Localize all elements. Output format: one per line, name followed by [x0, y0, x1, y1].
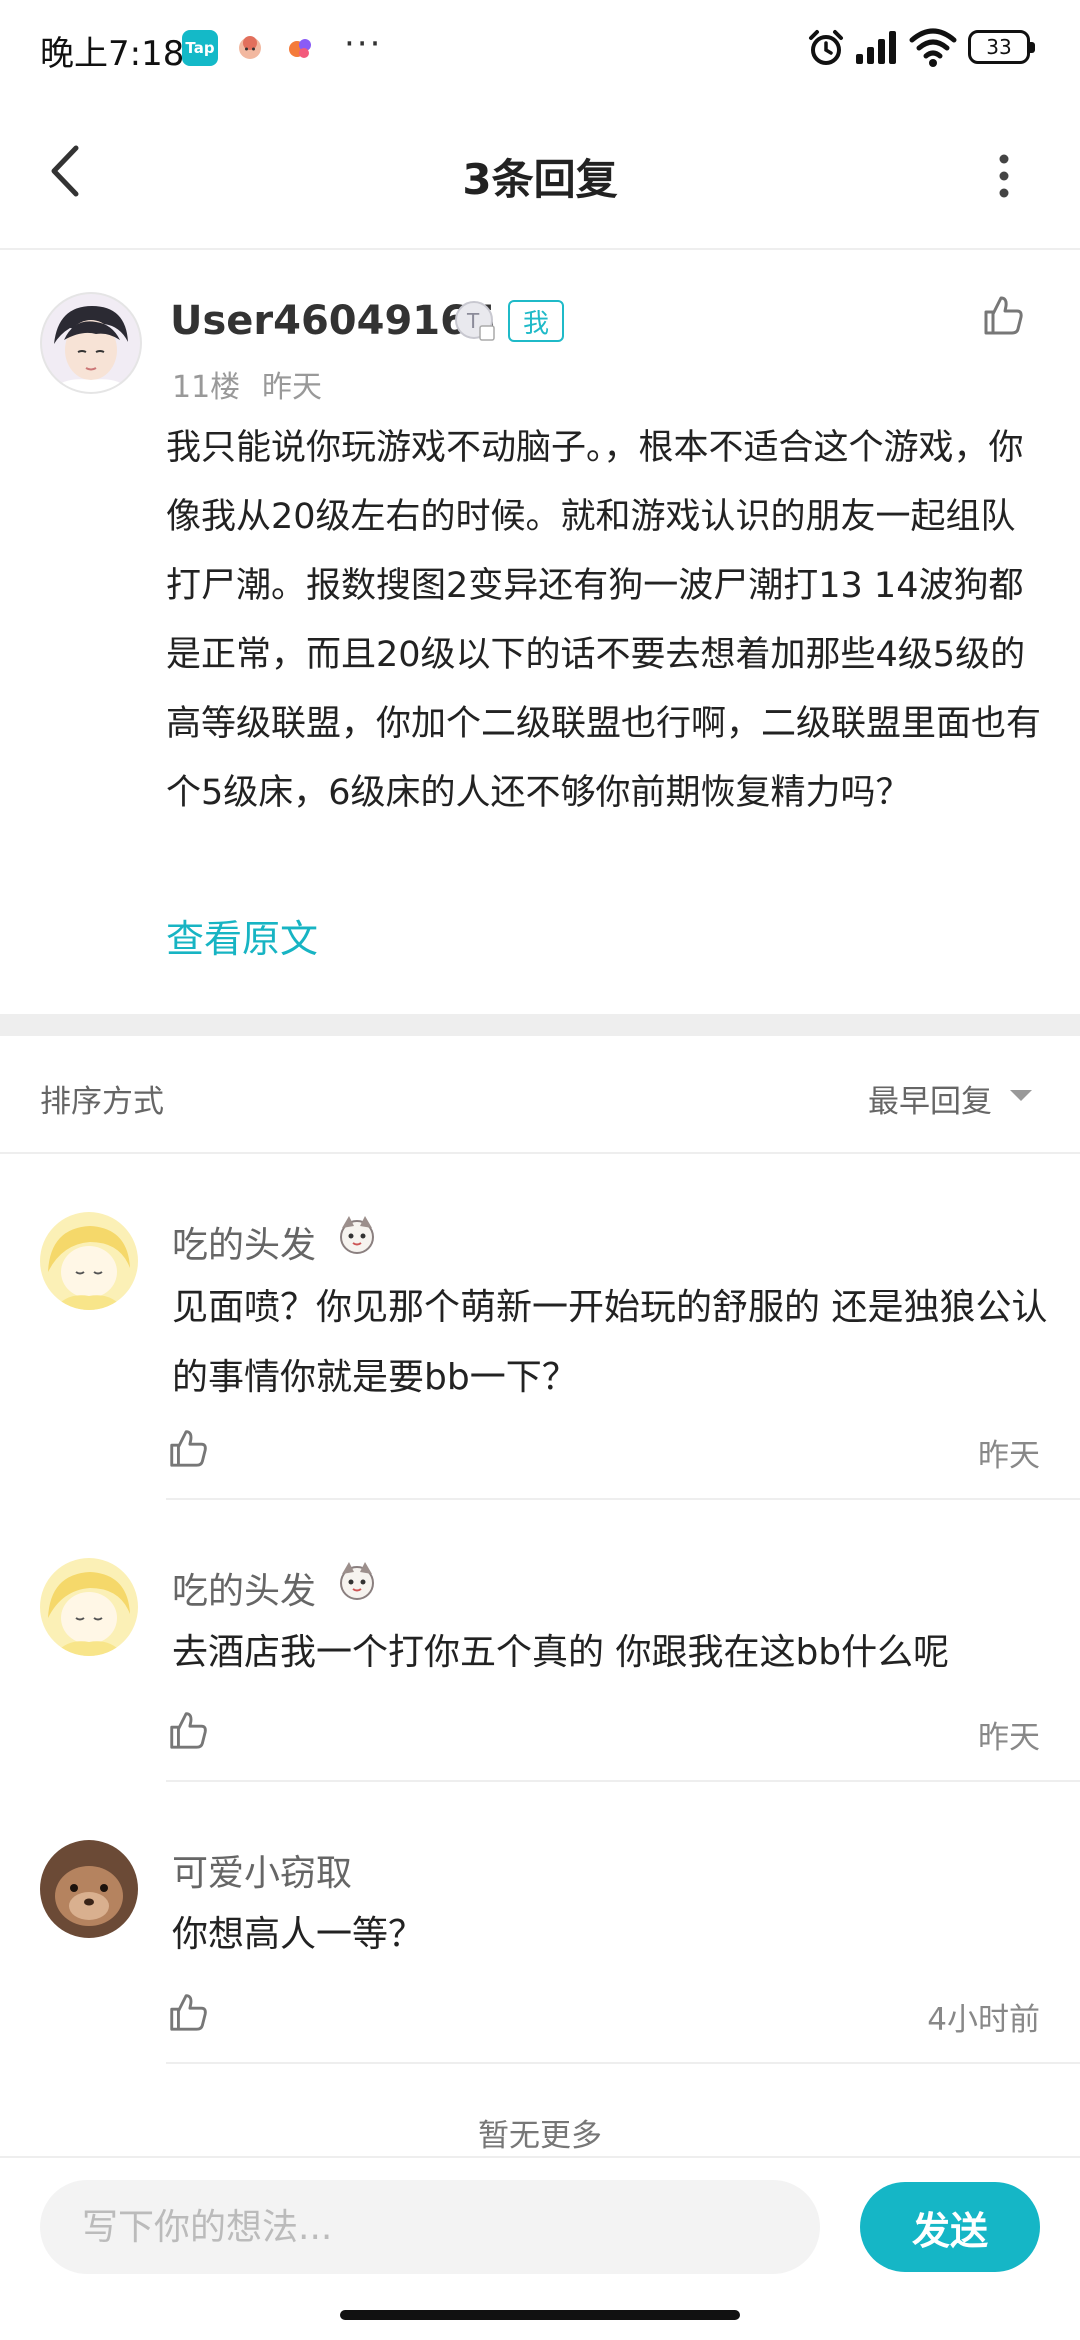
- reply-author-name[interactable]: 可爱小窃取: [172, 1844, 352, 1896]
- more-notifications-icon: ···: [344, 24, 383, 64]
- wifi-icon: [909, 28, 957, 67]
- svg-text:T: T: [466, 309, 480, 333]
- reply-time: 昨天: [978, 1438, 1040, 1474]
- thumbs-up-icon[interactable]: [166, 1708, 210, 1752]
- battery-icon: 33: [968, 30, 1035, 64]
- home-indicator[interactable]: [340, 2310, 740, 2320]
- more-options-button[interactable]: [984, 146, 1024, 206]
- post-floor: 11楼: [172, 370, 241, 405]
- reply-time: 4小时前: [927, 2002, 1040, 2038]
- level-badge-icon: T: [455, 301, 495, 341]
- reply-avatar[interactable]: [40, 1840, 138, 1938]
- top-app-bar: 3条回复: [0, 96, 1080, 250]
- thumbs-up-icon[interactable]: [980, 292, 1026, 338]
- post-author-name[interactable]: User46049165: [170, 298, 496, 344]
- thumbs-up-icon[interactable]: [166, 1426, 210, 1470]
- thumbs-up-icon[interactable]: [166, 1990, 210, 2034]
- divider: [166, 1780, 1080, 1782]
- status-time: 晚上7:18: [40, 34, 185, 74]
- taptap-notification-icon: Tap: [182, 30, 218, 66]
- sort-dropdown[interactable]: 最早回复: [868, 1076, 992, 1121]
- post-content: 我只能说你玩游戏不动脑子。，根本不适合这个游戏，你像我从20级左右的时候。就和游…: [166, 428, 1042, 813]
- no-more-label: 暂无更多: [478, 2118, 602, 2154]
- comment-input[interactable]: [40, 2180, 820, 2274]
- signal-icon: [856, 31, 896, 64]
- divider: [0, 1152, 1080, 1154]
- app-notification-icon-2: [289, 39, 311, 58]
- post-author-avatar[interactable]: [40, 292, 142, 394]
- me-badge: 我: [508, 300, 564, 342]
- reply-content: 见面喷？你见那个萌新一开始玩的舒服的 还是独狼公认的事情你就是要bb一下？: [172, 1287, 1048, 1398]
- divider: [166, 2062, 1080, 2064]
- page-title: 3条回复: [462, 155, 618, 204]
- divider: [0, 2156, 1080, 2158]
- divider: [166, 1498, 1080, 1500]
- status-bar: 晚上7:18 Tap ··· 33: [0, 0, 1080, 96]
- reply-avatar[interactable]: [40, 1212, 138, 1310]
- section-divider: [0, 1014, 1080, 1036]
- reply-author-name[interactable]: 吃的头发: [172, 1216, 316, 1268]
- reply-content: 去酒店我一个打你五个真的 你跟我在这bb什么呢: [172, 1632, 950, 1673]
- caret-down-icon[interactable]: [1010, 1090, 1032, 1101]
- alarm-icon: [809, 30, 843, 65]
- character-badge-icon: [340, 1562, 374, 1600]
- character-badge-icon: [340, 1216, 374, 1254]
- reply-avatar[interactable]: [40, 1558, 138, 1656]
- reply-time: 昨天: [978, 1720, 1040, 1756]
- app-notification-icon: [239, 36, 261, 59]
- send-button[interactable]: 发送: [860, 2182, 1040, 2272]
- reply-author-name[interactable]: 吃的头发: [172, 1562, 316, 1614]
- reply-content: 你想高人一等？: [172, 1914, 425, 1955]
- view-original-link[interactable]: 查看原文: [166, 908, 318, 963]
- post-time: 昨天: [262, 370, 322, 405]
- sort-label: 排序方式: [40, 1084, 164, 1120]
